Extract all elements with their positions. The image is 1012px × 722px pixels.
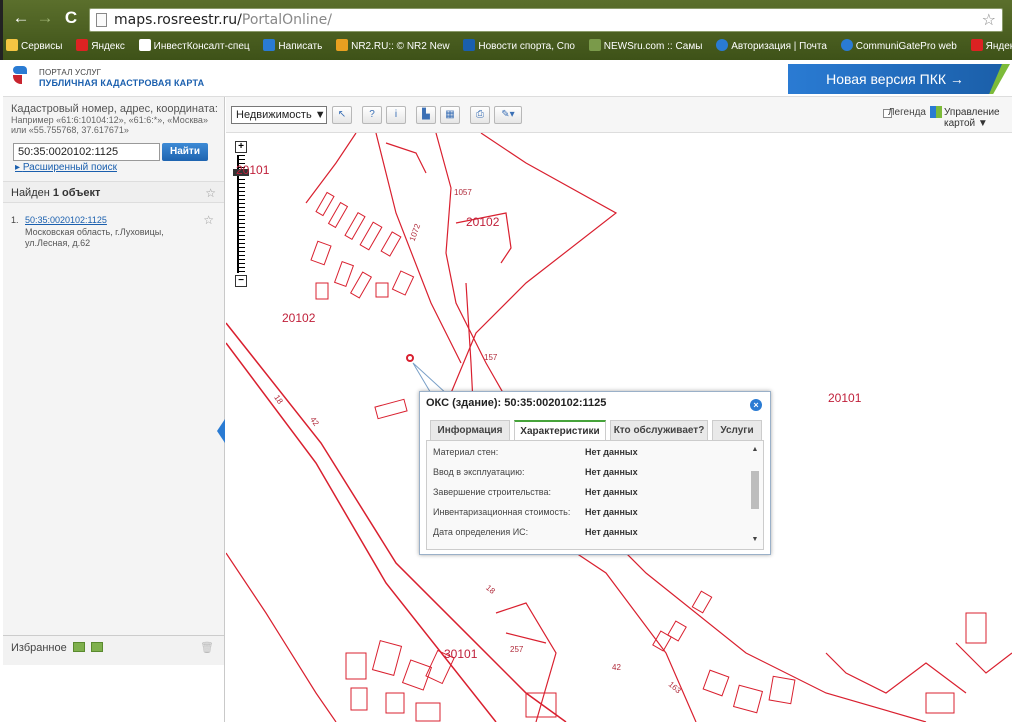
bookmark-item[interactable]: Написать (260, 36, 326, 58)
favorites-area (3, 665, 224, 722)
bookmark-item[interactable]: NEWSru.com :: Самы (586, 36, 707, 58)
map-label: 257 (510, 645, 524, 654)
portal-header: ПОРТАЛ УСЛУГ ПУБЛИЧНАЯ КАДАСТРОВАЯ КАРТА… (3, 60, 1012, 97)
at-icon (840, 39, 853, 51)
selected-object-marker[interactable] (406, 354, 414, 362)
logo-line2: ПУБЛИЧНАЯ КАДАСТРОВАЯ КАРТА (39, 78, 205, 88)
map-canvas[interactable]: + − 20101 20102 20102 20101 30101 1057 1… (226, 133, 1012, 722)
table-row: Инвентаризационная стоимость: Нет данных (433, 507, 638, 517)
export-icon[interactable] (72, 642, 85, 652)
layer-select[interactable]: Недвижимость ▼ (231, 106, 327, 124)
object-popup: ОКС (здание): 50:35:0020102:1125 × Инфор… (419, 391, 771, 555)
site-icon (336, 39, 349, 51)
scroll-up-icon[interactable]: ▲ (750, 445, 760, 455)
url-bar[interactable]: maps.rosreestr.ru/PortalOnline/ ☆ (89, 8, 1003, 32)
table-row: Завершение строительства: Нет данных (433, 487, 638, 497)
yandex-icon (76, 39, 89, 51)
map-control-button[interactable]: Управление картой ▼ (944, 107, 1012, 129)
table-row: Ввод в эксплуатацию: Нет данных (433, 467, 638, 477)
map-label: 20102 (466, 215, 500, 229)
map-label: 30101 (444, 647, 478, 661)
bookmark-star-icon[interactable]: ☆ (982, 9, 996, 31)
legend-label: Легенда (887, 107, 926, 118)
scroll-down-icon[interactable]: ▼ (750, 535, 760, 545)
close-icon[interactable]: × (750, 399, 762, 411)
bookmark-item[interactable]: ИнвестКонсалт-спец (136, 36, 254, 58)
browser-chrome: ← → C maps.rosreestr.ru/PortalOnline/ ☆ … (0, 0, 1012, 60)
measure-icon[interactable]: ▙ (416, 106, 436, 124)
site-icon (463, 39, 476, 51)
site-icon (138, 39, 151, 51)
bookmark-item[interactable]: Яндекс (73, 36, 129, 58)
page-icon (96, 13, 107, 27)
map-control-icon (930, 106, 942, 118)
tab-who-serves[interactable]: Кто обслуживает? (610, 420, 708, 440)
identify-icon[interactable]: ? (362, 106, 382, 124)
trash-icon[interactable]: 🗑 (200, 636, 214, 660)
map-label: 20101 (236, 163, 270, 177)
bookmark-item[interactable]: CommuniGatePro web (838, 36, 961, 58)
collapse-panel-icon[interactable] (217, 419, 225, 443)
find-button[interactable]: Найти (162, 143, 208, 161)
popup-title: ОКС (здание): 50:35:0020102:1125 (426, 397, 607, 409)
layers-icon[interactable]: ▦ (440, 106, 460, 124)
table-row: Дата определения ИС: Нет данных (433, 527, 638, 537)
zoom-in-icon[interactable]: + (235, 141, 247, 153)
link-icon[interactable]: ✎▾ (494, 106, 522, 124)
characteristics-panel: Материал стен: Нет данных Ввод в эксплуат… (426, 440, 764, 550)
favorite-star-icon[interactable]: ☆ (203, 214, 214, 226)
map-label: 20101 (828, 391, 862, 405)
map-label: 20102 (282, 311, 316, 325)
result-address: Московская область, г.Луховицы, ул.Лесна… (25, 227, 164, 248)
map-label: 42 (612, 663, 621, 672)
popup-tabs: Информация Характеристики Кто обслуживае… (426, 420, 764, 440)
tab-characteristics[interactable]: Характеристики (514, 420, 606, 440)
new-version-button[interactable]: Новая версия ПКК → (788, 64, 1002, 94)
mail-icon (263, 39, 276, 51)
bookmarks-bar: Сервисы Яндекс ИнвестКонсалт-спец Написа… (3, 36, 1012, 58)
search-input[interactable]: 50:35:0020102:1125 (13, 143, 160, 161)
popup-scrollbar[interactable]: ▲ ▼ (750, 445, 760, 545)
favorites-header: Избранное 🗑 (3, 635, 224, 665)
tab-info[interactable]: Информация (430, 420, 510, 440)
map-label: 157 (484, 353, 498, 362)
logo-line1: ПОРТАЛ УСЛУГ (39, 68, 102, 77)
address-row: ← → C maps.rosreestr.ru/PortalOnline/ ☆ (3, 4, 1012, 34)
scroll-thumb[interactable] (751, 471, 759, 509)
map-label: 1057 (454, 188, 472, 197)
search-example: Например «61:6:10104:12», «61:6:*», «Мос… (11, 115, 208, 135)
search-hint: Кадастровый номер, адрес, координата: На… (11, 103, 221, 135)
url-path: PortalOnline/ (241, 12, 332, 28)
excel-icon[interactable] (90, 642, 103, 652)
bookmark-item[interactable]: Авторизация | Почта (713, 36, 831, 58)
portal-logo-icon (13, 66, 31, 84)
yandex-icon (970, 39, 983, 51)
map-toolbar: Недвижимость ▼ ↖ ? i ▙ ▦ ⎙ ✎▾ Легенда Уп… (226, 97, 1012, 133)
apps-icon (6, 39, 18, 51)
favorite-star-icon[interactable]: ☆ (205, 182, 216, 204)
result-cadastral-link[interactable]: 50:35:0020102:1125 (25, 215, 107, 226)
back-arrow-icon[interactable]: ← (11, 8, 31, 28)
search-panel: Кадастровый номер, адрес, координата: На… (3, 97, 225, 722)
select-cursor-icon[interactable]: ↖ (332, 106, 352, 124)
table-row: Материал стен: Нет данных (433, 447, 638, 457)
tab-services[interactable]: Услуги (712, 420, 762, 440)
bookmark-item[interactable]: NR2.RU:: © NR2 New (333, 36, 454, 58)
bookmark-item[interactable]: Сервисы (3, 36, 66, 58)
bookmark-item[interactable]: Яндекс (968, 36, 1012, 58)
results-header: Найден 1 объект ☆ (3, 181, 224, 203)
reload-icon[interactable]: C (61, 8, 81, 28)
bookmark-item[interactable]: Новости спорта, Спо (460, 36, 579, 58)
info-icon[interactable]: i (386, 106, 406, 124)
results-count: 1 объект (52, 187, 101, 199)
url-host: maps.rosreestr.ru/ (114, 12, 242, 28)
at-icon (716, 39, 729, 51)
forward-arrow-icon[interactable]: → (35, 8, 55, 28)
zoom-out-icon[interactable]: − (235, 275, 247, 287)
print-icon[interactable]: ⎙ (470, 106, 490, 124)
site-icon (588, 39, 601, 51)
advanced-search-link[interactable]: ▸ Расширенный поиск (15, 162, 117, 173)
